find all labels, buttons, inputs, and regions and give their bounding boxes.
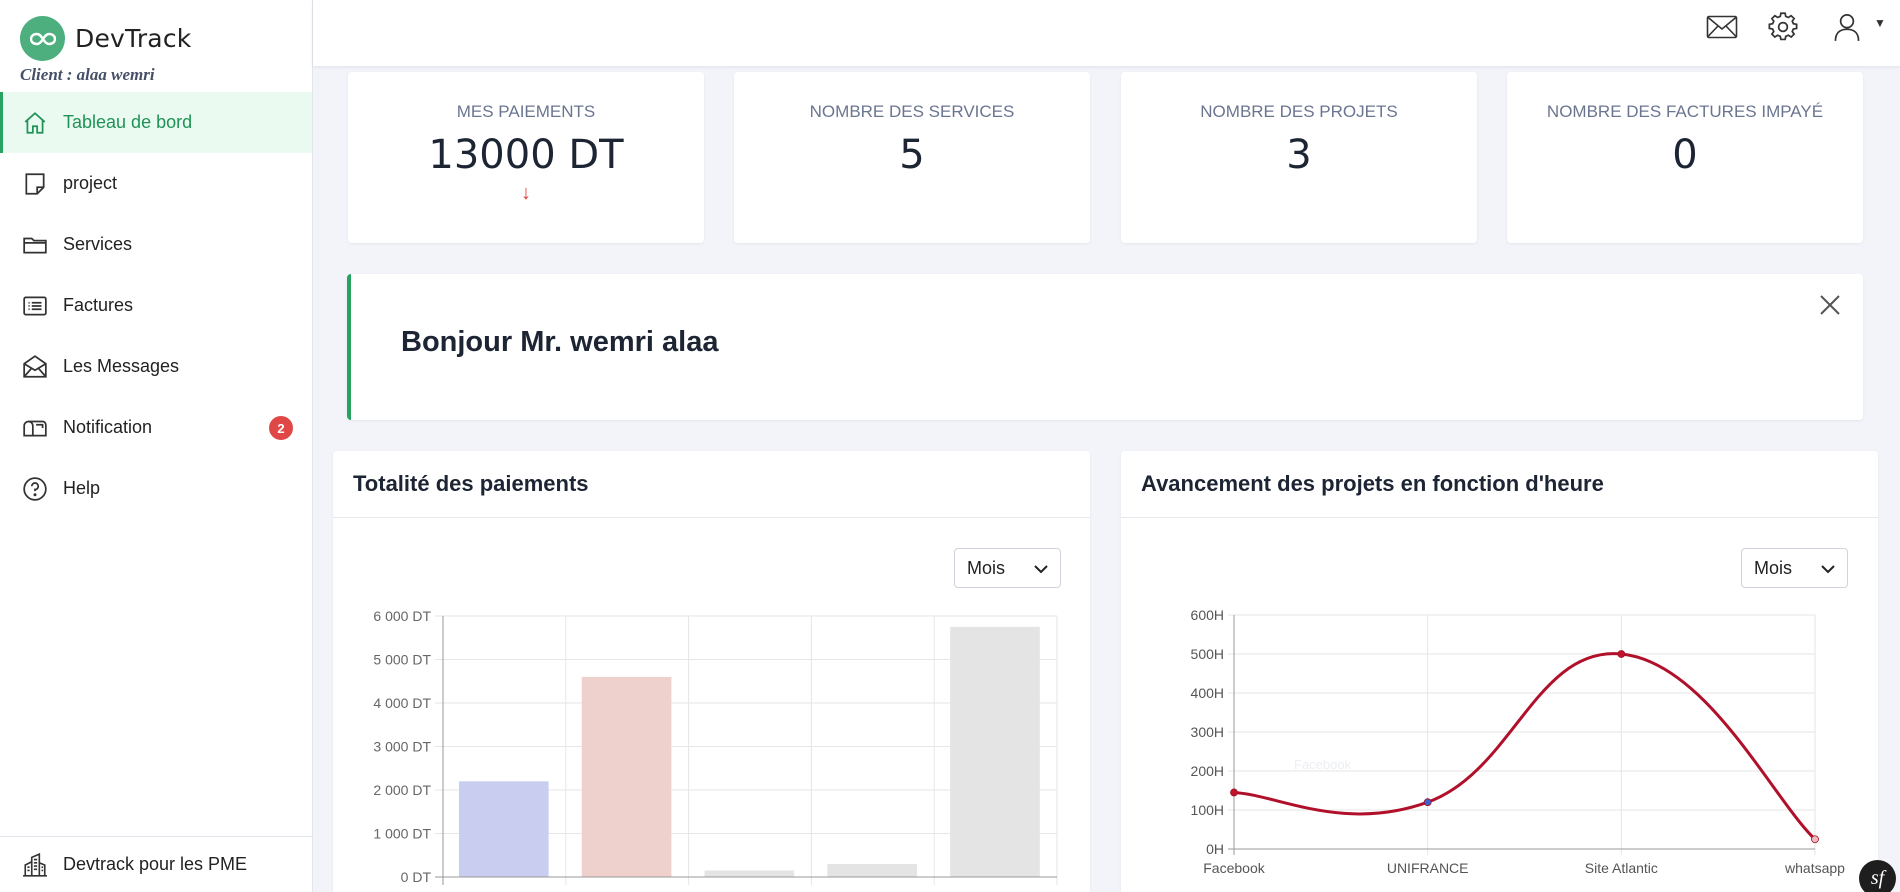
sidebar-item-label: project (63, 173, 118, 193)
gear-icon[interactable] (1766, 10, 1800, 44)
sidebar-item-project[interactable]: project (0, 153, 312, 214)
data-point (1230, 788, 1238, 797)
y-tick-label: 600H (1191, 607, 1224, 623)
bar (458, 781, 549, 877)
top-header: ▼ (313, 0, 1900, 66)
y-tick-label: 5 000 DT (373, 652, 431, 668)
stat-label: NOMBRE DES PROJETS (1200, 102, 1398, 121)
sidebar-item-services[interactable]: Services (0, 214, 312, 275)
progress-panel: Avancement des projets en fonction d'heu… (1121, 451, 1878, 892)
bar (704, 870, 795, 877)
data-point (1617, 650, 1626, 658)
client-name: Client : alaa wemri (20, 65, 155, 84)
y-tick-label: 0H (1206, 841, 1224, 857)
x-tick-label: whatsapp (1784, 860, 1845, 876)
legend-ghost-label: Facebook (1294, 757, 1352, 772)
data-point (1811, 835, 1819, 844)
series-line (1233, 652, 1817, 841)
stat-card-services: NOMBRE DES SERVICES 5 (734, 72, 1090, 243)
help-icon (22, 476, 48, 502)
stat-label: MES PAIEMENTS (456, 102, 596, 121)
stat-card-paiements: MES PAIEMENTS 13000 DT ↓ (348, 72, 704, 243)
stat-card-projets: NOMBRE DES PROJETS 3 (1121, 72, 1477, 243)
x-tick-label: Site Atlantic (1585, 860, 1658, 876)
sidebar-item-tableau-de-bord[interactable]: Tableau de bord (0, 92, 312, 153)
data-point (1423, 798, 1432, 807)
stat-label: NOMBRE DES SERVICES (809, 102, 1015, 121)
arrow-down-icon: ↓ (521, 182, 531, 204)
y-tick-label: 200H (1191, 763, 1224, 779)
notification-badge: 2 (269, 416, 293, 440)
sidebar: DevTrack Client : alaa wemri Tableau de … (0, 0, 313, 892)
symfony-toolbar-icon[interactable]: sf (1859, 860, 1896, 892)
sidebar-footer-pme[interactable]: Devtrack pour les PME (0, 836, 312, 892)
sidebar-nav: Tableau de bord project Services Facture… (0, 92, 312, 519)
brand-name: DevTrack (75, 24, 192, 53)
greeting-alert: Bonjour Mr. wemri alaa (347, 274, 1863, 420)
y-tick-label: 1 000 DT (373, 826, 431, 842)
y-tick-label: 4 000 DT (373, 695, 431, 711)
payments-panel: Totalité des paiements Mois 0 DT 1 000 DT… (333, 451, 1090, 892)
sidebar-item-label: Les Messages (63, 356, 180, 376)
note-icon (22, 171, 48, 197)
building-icon (22, 852, 48, 878)
home-icon (22, 110, 48, 136)
mailbox-icon (22, 415, 48, 441)
y-tick-label: 500H (1191, 646, 1224, 662)
folder-icon (22, 232, 48, 258)
bar (827, 863, 918, 877)
sidebar-item-label: Help (63, 478, 101, 498)
y-tick-label: 0 DT (401, 869, 432, 885)
bar (581, 676, 672, 877)
y-tick-label: 3 000 DT (373, 739, 431, 755)
projects-line-chart: 0H 100H 200H 300H 400H 500H 600H Facebook UNIFRA… (1191, 607, 1846, 876)
envelope-icon[interactable] (1705, 10, 1739, 44)
stat-value: 3 (1286, 132, 1312, 178)
sidebar-item-label: Notification (63, 417, 153, 437)
sidebar-item-label: Factures (63, 295, 134, 315)
stat-label: NOMBRE DES FACTURES IMPAYÉ (1546, 102, 1824, 121)
sidebar-item-help[interactable]: Help (0, 458, 312, 519)
sidebar-item-notification[interactable]: Notification 2 (0, 397, 312, 458)
close-icon[interactable] (1815, 290, 1845, 320)
bar (950, 626, 1040, 877)
stat-card-factures-impaye: NOMBRE DES FACTURES IMPAYÉ 0 (1507, 72, 1863, 243)
y-tick-label: 2 000 DT (373, 782, 431, 798)
brand-logo-icon (20, 16, 65, 61)
user-icon[interactable] (1830, 10, 1864, 44)
sidebar-item-label: Tableau de bord (63, 112, 193, 132)
mail-open-icon (22, 354, 48, 380)
stat-value: 0 (1672, 132, 1698, 178)
payments-bar-chart: 0 DT 1 000 DT 2 000 DT 3 000 DT 4 000 DT 5 00… (373, 608, 1058, 885)
y-tick-label: 100H (1191, 802, 1224, 818)
sidebar-footer-label: Devtrack pour les PME (63, 854, 248, 874)
y-tick-label: 400H (1191, 685, 1224, 701)
greeting-text: Bonjour Mr. wemri alaa (401, 326, 719, 358)
list-icon (22, 293, 48, 319)
sidebar-item-factures[interactable]: Factures (0, 275, 312, 336)
brand[interactable]: DevTrack (20, 16, 191, 61)
stat-value: 5 (899, 132, 925, 178)
chevron-down-icon[interactable]: ▼ (1874, 16, 1886, 30)
sidebar-item-les-messages[interactable]: Les Messages (0, 336, 312, 397)
y-tick-label: 300H (1191, 724, 1224, 740)
stat-value: 13000 DT (428, 132, 624, 178)
sidebar-item-label: Services (63, 234, 133, 254)
y-tick-label: 6 000 DT (373, 608, 431, 624)
x-tick-label: Facebook (1203, 860, 1265, 876)
x-tick-label: UNIFRANCE (1387, 860, 1469, 876)
